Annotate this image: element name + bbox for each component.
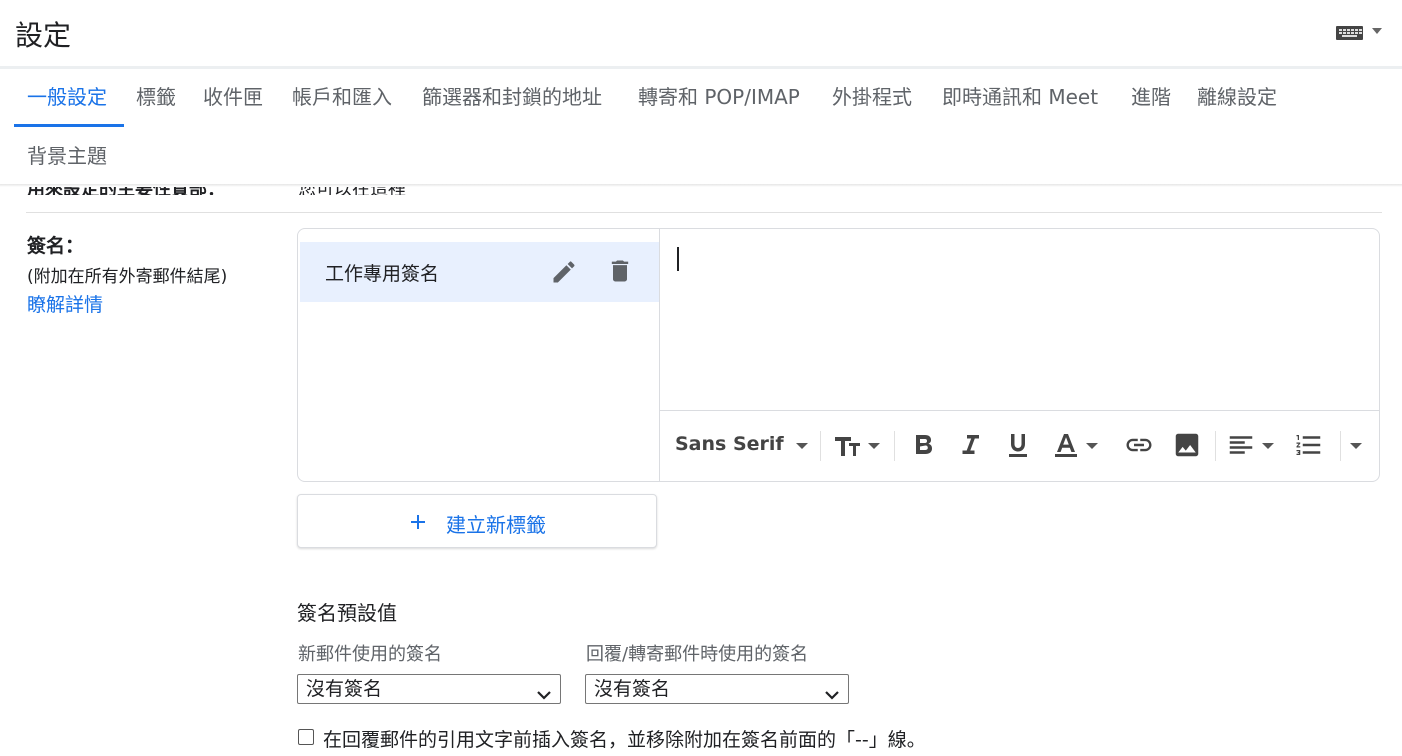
font-family-dropdown-icon[interactable]: [796, 443, 808, 449]
signature-sublabel: (附加在所有外寄郵件結尾): [27, 267, 228, 287]
tab-filters[interactable]: 篩選器和封鎖的地址: [422, 85, 602, 109]
signature-list: 工作專用簽名: [298, 229, 660, 481]
settings-header: 設定: [0, 0, 1402, 66]
tab-advanced[interactable]: 進階: [1131, 85, 1171, 109]
create-new-button[interactable]: 建立新標籤: [297, 494, 657, 548]
tab-chat-meet[interactable]: 即時通訊和 Meet: [942, 85, 1098, 109]
clipped-setting-text: 您可以在這裡: [298, 187, 406, 195]
toolbar-separator: [1215, 431, 1216, 461]
insert-before-quote-label: 在回覆郵件的引用文字前插入簽名，並移除附加在簽名前面的「--」線。: [323, 729, 926, 751]
chevron-down-icon: [536, 682, 552, 700]
new-mail-signature-value: 沒有簽名: [306, 678, 383, 700]
insert-before-quote-checkbox[interactable]: [298, 729, 314, 745]
tab-forwarding[interactable]: 轉寄和 POP/IMAP: [638, 85, 800, 109]
toolbar-separator: [820, 431, 821, 461]
active-tab-indicator: [14, 124, 124, 127]
tab-accounts[interactable]: 帳戶和匯入: [292, 85, 392, 109]
signature-list-item[interactable]: 工作專用簽名: [300, 242, 659, 302]
align-icon[interactable]: [1226, 430, 1256, 460]
tab-addons[interactable]: 外掛程式: [832, 85, 912, 109]
align-dropdown-icon[interactable]: [1262, 443, 1274, 449]
text-cursor: [677, 247, 679, 271]
more-formatting-dropdown-icon[interactable]: [1350, 443, 1362, 449]
italic-icon[interactable]: [956, 430, 984, 460]
text-color-dropdown-icon[interactable]: [1086, 443, 1098, 449]
input-tools-dropdown-icon[interactable]: [1372, 28, 1382, 34]
new-mail-signature-select[interactable]: 沒有簽名: [297, 674, 561, 704]
plus-icon: [406, 510, 430, 534]
tab-general[interactable]: 一般設定: [27, 85, 107, 109]
learn-more-link[interactable]: 瞭解詳情: [27, 290, 103, 317]
tab-labels[interactable]: 標籤: [136, 85, 176, 109]
delete-icon[interactable]: [606, 257, 634, 285]
signature-editor[interactable]: [660, 229, 1379, 410]
tab-themes[interactable]: 背景主題: [27, 144, 107, 168]
reply-signature-value: 沒有簽名: [594, 678, 671, 700]
image-icon[interactable]: [1172, 430, 1202, 460]
reply-signature-label: 回覆/轉寄郵件時使用的簽名: [586, 644, 809, 665]
signature-name: 工作專用簽名: [325, 263, 440, 285]
font-size-dropdown-icon[interactable]: [868, 443, 880, 449]
keyboard-icon[interactable]: [1336, 26, 1363, 40]
bold-icon[interactable]: [910, 430, 938, 460]
signature-panel: 工作專用簽名 Sans Serif: [297, 228, 1380, 482]
underline-icon[interactable]: [1004, 430, 1032, 460]
create-new-label: 建立新標籤: [446, 513, 546, 537]
link-icon[interactable]: [1124, 430, 1154, 460]
formatting-toolbar: Sans Serif: [660, 410, 1379, 481]
signature-label: 簽名：: [27, 235, 85, 257]
tab-inbox[interactable]: 收件匣: [203, 85, 263, 109]
signature-defaults-title: 簽名預設值: [297, 601, 397, 625]
row-divider: [26, 212, 1382, 213]
font-family-select[interactable]: Sans Serif: [675, 433, 784, 463]
edit-icon[interactable]: [550, 258, 578, 286]
reply-signature-select[interactable]: 沒有簽名: [585, 674, 849, 704]
font-size-icon[interactable]: [832, 430, 862, 460]
toolbar-separator: [894, 431, 895, 461]
numbered-list-icon[interactable]: [1294, 430, 1324, 460]
clipped-setting-label: 用來設定的主要性質部：: [27, 187, 225, 195]
tab-offline[interactable]: 離線設定: [1197, 85, 1277, 109]
chevron-down-icon: [824, 682, 840, 700]
clipped-setting-row: 用來設定的主要性質部： 您可以在這裡: [0, 187, 1402, 195]
text-color-icon[interactable]: [1052, 430, 1080, 460]
settings-tabs: 一般設定 標籤 收件匣 帳戶和匯入 篩選器和封鎖的地址 轉寄和 POP/IMAP…: [0, 69, 1402, 187]
new-mail-signature-label: 新郵件使用的簽名: [298, 644, 442, 665]
font-family-label: Sans Serif: [675, 433, 784, 455]
page-title: 設定: [15, 19, 72, 52]
toolbar-separator: [1340, 431, 1341, 461]
